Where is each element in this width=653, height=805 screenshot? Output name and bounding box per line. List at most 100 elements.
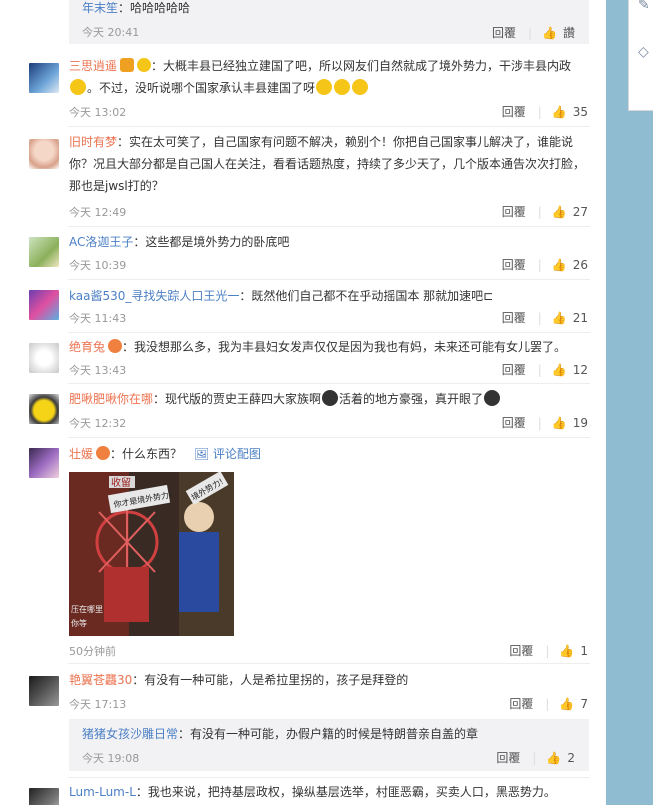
- reply-button[interactable]: 回覆: [502, 309, 526, 326]
- comment-username[interactable]: 肥啾肥啾你在哪: [69, 392, 153, 406]
- emoji-icon: [70, 79, 86, 95]
- comment-text-continued: 。不过，没听说哪个国家承认丰县建国了呀: [87, 81, 316, 95]
- emoji-icon: [334, 79, 351, 95]
- reply-username[interactable]: 年末笙: [82, 1, 118, 15]
- comment-body: 旧时有梦：实在太可笑了，自己国家有问题不解决，赖别个！你把自己国家事儿解决了，谁…: [69, 131, 589, 197]
- divider: |: [537, 104, 542, 119]
- comment-timestamp: 今天 11:43: [69, 312, 127, 325]
- comment-username[interactable]: kaa酱530_寻找失踪人口王光一: [69, 289, 239, 303]
- comment-username[interactable]: 艳翼苍龘30: [69, 673, 132, 687]
- thumbs-up-icon[interactable]: 👍: [559, 697, 574, 711]
- avatar[interactable]: [29, 343, 59, 373]
- comment-timestamp: 今天 12:49: [69, 206, 127, 219]
- divider: |: [537, 204, 542, 219]
- reply-button[interactable]: 回覆: [502, 414, 526, 431]
- reply-button[interactable]: 回覆: [492, 24, 516, 41]
- reply-text: ：哈哈哈哈哈: [118, 1, 191, 15]
- like-count: 1: [580, 643, 588, 658]
- reply-box: 猪猪女孩沙雕日常：有没有一种可能，办假户籍的时候是特朗普亲自盖的章 今天 19:…: [69, 719, 589, 771]
- thumbs-up-icon[interactable]: 👍: [552, 416, 567, 430]
- image-caption: 压在哪里: [71, 604, 103, 614]
- like-count: 12: [572, 362, 588, 377]
- comment-item: 绝育兔 ：我没想那么多，我为丰县妇女发声仅仅是因为我也有妈，未来还可能有女儿罢了。…: [0, 333, 606, 384]
- avatar[interactable]: [29, 290, 59, 320]
- divider: |: [527, 25, 533, 40]
- divider: |: [545, 696, 550, 711]
- divider: |: [532, 750, 537, 765]
- like-count: 21: [572, 310, 588, 325]
- like-count: 27: [572, 204, 588, 219]
- reply-button[interactable]: 回覆: [502, 203, 526, 220]
- comment-image-link[interactable]: 🖼 评论配图: [194, 447, 261, 461]
- avatar[interactable]: [29, 237, 59, 267]
- thumbs-up-icon[interactable]: 👍: [552, 311, 567, 325]
- comment-feed: 年末笙：哈哈哈哈哈 今天 20:41 回覆 | 👍 讚 三思逍遥 ：大概丰县已经独…: [0, 0, 606, 805]
- comment-text: ：既然他们自己都不在乎动摇国本 那就加速吧⊏: [239, 289, 494, 303]
- reply-button[interactable]: 回覆: [502, 256, 526, 273]
- reply-button[interactable]: 回覆: [509, 695, 533, 712]
- emoji-icon: [322, 390, 339, 406]
- like-label[interactable]: 讚: [563, 24, 575, 41]
- reply-button[interactable]: 回覆: [502, 103, 526, 120]
- like-count: 7: [580, 696, 588, 711]
- like-count: 19: [572, 415, 588, 430]
- comment-body: 绝育兔 ：我没想那么多，我为丰县妇女发声仅仅是因为我也有妈，未来还可能有女儿罢了。: [69, 336, 589, 358]
- avatar[interactable]: [29, 448, 59, 478]
- comment-image-art: 收留 你才是境外势力! 境外势力! 压在哪里 你等: [69, 472, 234, 636]
- divider: |: [537, 362, 542, 377]
- comment-text: ：这些都是境外势力的卧底吧: [133, 235, 290, 249]
- comment-body: Lum-Lum-L：我也来说，把持基层政权，操纵基层选举，村匪恶霸，买卖人口，黑…: [69, 781, 589, 803]
- comment-item: 艳翼苍龘30：有没有一种可能，人是希拉里拐的，孩子是拜登的 今天 17:13 回…: [0, 664, 606, 778]
- comment-timestamp: 今天 17:13: [69, 698, 127, 711]
- fan-badge-icon: [108, 339, 123, 353]
- comment-text: ：什么东西？: [110, 447, 183, 461]
- fan-badge-icon: [96, 446, 111, 460]
- pencil-icon[interactable]: ✎: [638, 0, 650, 13]
- avatar[interactable]: [29, 139, 59, 169]
- comment-text: ：我也来说，把持基层政权，操纵基层选举，村匪恶霸，买卖人口，黑恶势力。: [135, 785, 556, 799]
- comment-text: ：大概丰县已经独立建国了吧，所以网友们自然就成了境外势力，干涉丰县内政: [151, 59, 572, 73]
- thumbs-up-icon[interactable]: 👍: [559, 644, 574, 658]
- comment-body: kaa酱530_寻找失踪人口王光一：既然他们自己都不在乎动摇国本 那就加速吧⊏: [69, 285, 589, 307]
- comment-username[interactable]: 壮媛: [69, 447, 93, 461]
- image-caption: 收留: [111, 476, 131, 489]
- comment-username[interactable]: 绝育兔: [69, 340, 105, 354]
- avatar[interactable]: [29, 63, 59, 93]
- comment-timestamp: 今天 12:32: [69, 417, 127, 430]
- comment-item: 肥啾肥啾你在哪：现代版的贾史王薛四大家族啊 活着的地方豪强，真开眼了 今天 12:…: [0, 384, 606, 438]
- tag-icon[interactable]: ◇: [638, 44, 649, 60]
- comment-text: ：有没有一种可能，人是希拉里拐的，孩子是拜登的: [132, 673, 409, 687]
- comment-image[interactable]: 收留 你才是境外势力! 境外势力! 压在哪里 你等: [69, 472, 234, 636]
- emoji-icon: [316, 79, 333, 95]
- comment-timestamp: 今天 13:02: [69, 106, 127, 119]
- thumbs-up-icon[interactable]: 👍: [552, 258, 567, 272]
- thumbs-up-icon[interactable]: 👍: [546, 751, 561, 765]
- comment-timestamp: 今天 13:43: [69, 364, 127, 377]
- comment-item: kaa酱530_寻找失踪人口王光一：既然他们自己都不在乎动摇国本 那就加速吧⊏ …: [0, 280, 606, 333]
- reply-username[interactable]: 猪猪女孩沙雕日常: [82, 727, 178, 741]
- reply-box: 年末笙：哈哈哈哈哈 今天 20:41 回覆 | 👍 讚: [69, 0, 589, 44]
- emoji-icon: [352, 79, 369, 95]
- like-count: 26: [572, 257, 588, 272]
- comment-timestamp: 50分钟前: [69, 645, 116, 658]
- comment-username[interactable]: 三思逍遥: [69, 59, 117, 73]
- vip-badge-icon: [120, 58, 135, 72]
- thumbs-up-icon[interactable]: 👍: [552, 205, 567, 219]
- avatar[interactable]: [29, 788, 59, 805]
- avatar[interactable]: [29, 676, 59, 706]
- reply-button[interactable]: 回覆: [496, 749, 520, 766]
- image-icon: 🖼: [193, 447, 210, 461]
- thumbs-up-icon[interactable]: 👍: [552, 105, 567, 119]
- side-panel: ✎ ◇: [628, 0, 653, 111]
- thumbs-up-icon[interactable]: 👍: [552, 363, 567, 377]
- emoji-icon: [484, 390, 501, 406]
- comment-username[interactable]: 旧时有梦: [69, 135, 117, 149]
- like-count: 2: [567, 750, 575, 765]
- reply-button[interactable]: 回覆: [509, 642, 533, 659]
- reply-button[interactable]: 回覆: [502, 361, 526, 378]
- comment-text: ：现代版的贾史王薛四大家族啊: [153, 392, 322, 406]
- comment-username[interactable]: Lum-Lum-L: [69, 785, 136, 799]
- comment-username[interactable]: AC洛迦王子: [69, 235, 133, 249]
- avatar[interactable]: [29, 394, 59, 424]
- thumbs-up-icon[interactable]: 👍: [542, 26, 557, 40]
